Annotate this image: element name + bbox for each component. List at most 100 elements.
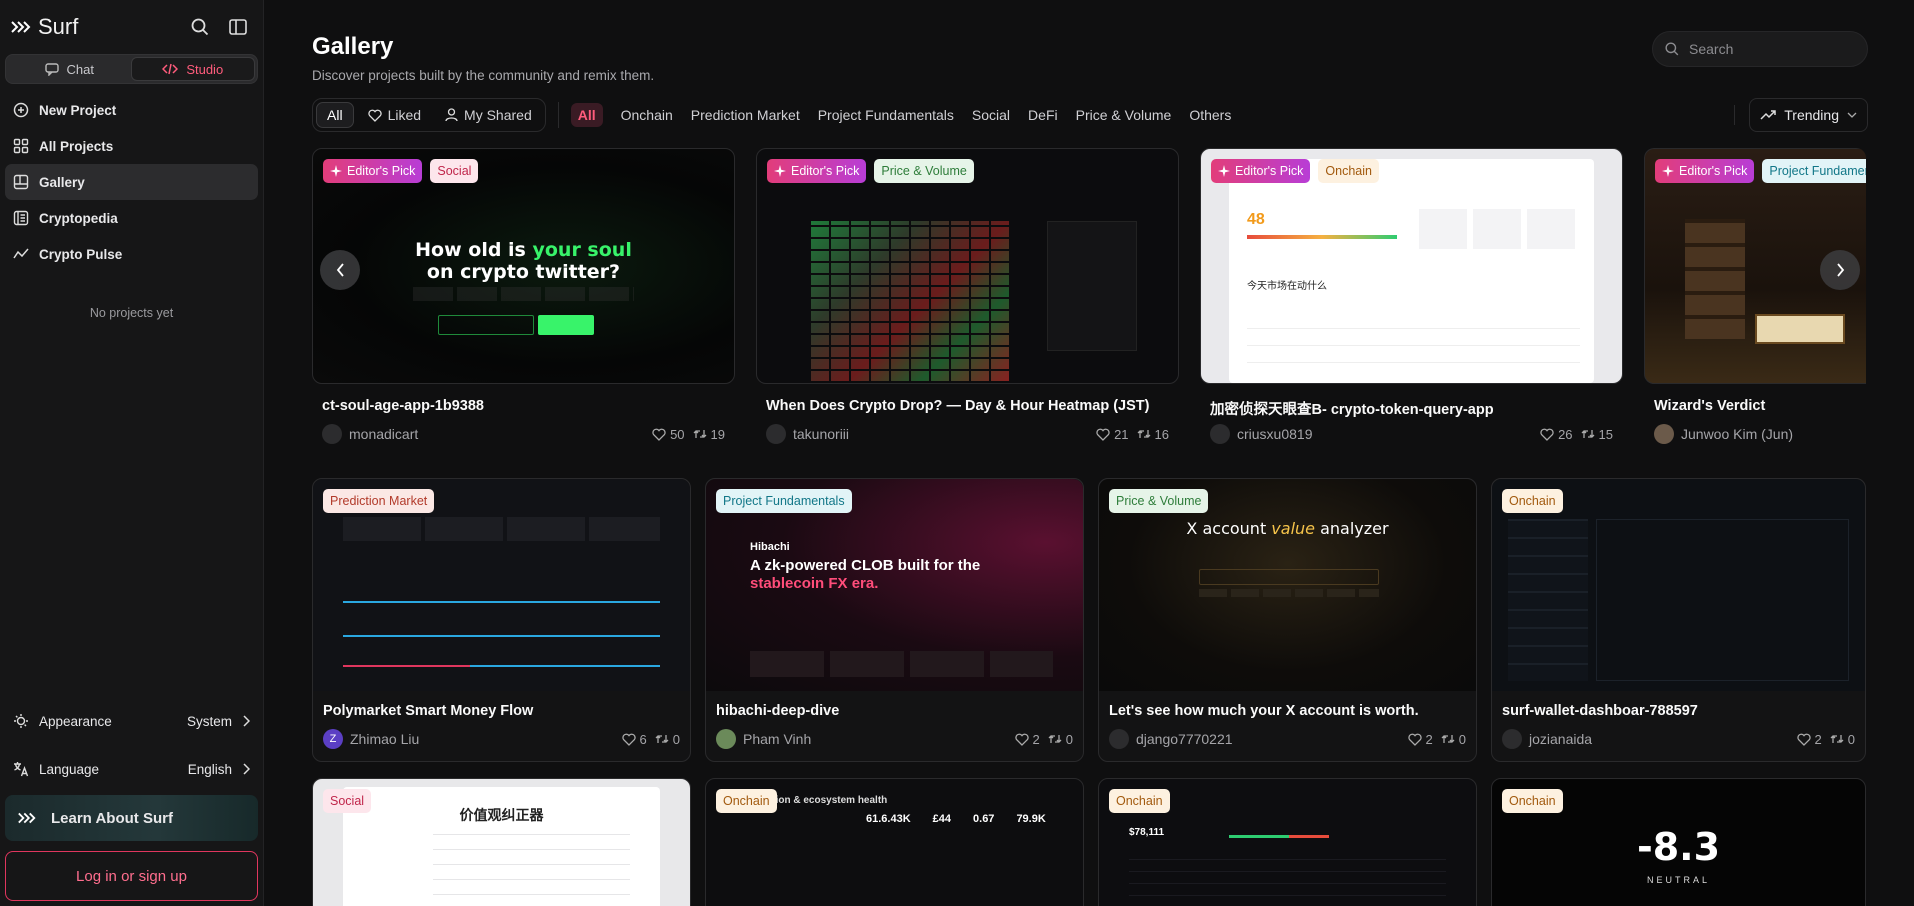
- carousel-prev-button[interactable]: [320, 250, 360, 290]
- learn-about-surf-button[interactable]: Learn About Surf: [5, 795, 258, 841]
- remix-stat[interactable]: 15: [1581, 427, 1613, 442]
- category-tag: Onchain: [1109, 789, 1170, 813]
- remix-icon: [1048, 735, 1062, 743]
- category-project-fundamentals[interactable]: Project Fundamentals: [818, 107, 954, 123]
- search-input[interactable]: Search: [1652, 31, 1868, 67]
- language-value: English: [187, 761, 232, 777]
- thumb-line: [343, 601, 660, 603]
- scope-my-shared-label: My Shared: [464, 107, 532, 123]
- card-title: Polymarket Smart Money Flow: [323, 703, 534, 719]
- sort-divider: [1734, 105, 1736, 125]
- nav-gallery[interactable]: Gallery: [5, 164, 258, 200]
- nav-new-project[interactable]: New Project: [5, 92, 258, 128]
- card-author: monadicart: [349, 426, 419, 442]
- scope-my-shared[interactable]: My Shared: [435, 102, 542, 128]
- chat-icon: [44, 63, 59, 76]
- sidebar: Surf Chat Studio New Project All Project…: [0, 0, 264, 906]
- page-title: Gallery: [312, 33, 394, 60]
- thumb-table: [1247, 319, 1580, 379]
- featured-card[interactable]: Editor's Pick Social How old is your sou…: [312, 148, 735, 448]
- project-card[interactable]: Social 价值观纠正器: [312, 778, 691, 906]
- project-card[interactable]: Onchain -8.3 NEUTRAL: [1491, 778, 1866, 906]
- project-card[interactable]: Prediction Market Polymarket Smart Money…: [312, 478, 691, 762]
- login-button[interactable]: Log in or sign up: [5, 851, 258, 901]
- like-stat[interactable]: 6: [621, 731, 647, 747]
- project-card[interactable]: Onchain $78,111: [1098, 778, 1477, 906]
- chat-tab[interactable]: Chat: [8, 57, 131, 81]
- like-stat[interactable]: 2: [1014, 732, 1040, 747]
- scope-all[interactable]: All: [316, 102, 354, 128]
- remix-stat[interactable]: 0: [1441, 732, 1466, 747]
- sidebar-toggle-icon[interactable]: [229, 18, 247, 36]
- like-count: 2: [1425, 731, 1433, 747]
- carousel-next-button[interactable]: [1820, 250, 1860, 290]
- card-thumbnail: Onchain: [1492, 479, 1865, 691]
- avatar: [716, 729, 736, 749]
- category-tag: Project Fundamentals: [1762, 159, 1866, 183]
- remix-stat[interactable]: 19: [693, 427, 725, 442]
- nav-all-projects[interactable]: All Projects: [5, 128, 258, 164]
- language-value-wrap: English: [188, 762, 250, 777]
- user-icon: [445, 108, 458, 122]
- mode-toggle: Chat Studio: [5, 54, 258, 84]
- remix-count: 16: [1154, 426, 1169, 442]
- category-tag: Onchain: [1502, 489, 1563, 513]
- card-title: hibachi-deep-dive: [716, 703, 840, 719]
- card-stats: 21 16: [1096, 427, 1169, 442]
- card-title: Wizard's Verdict: [1654, 398, 1766, 414]
- like-stat[interactable]: 2: [1796, 732, 1822, 747]
- like-stat[interactable]: 2: [1407, 731, 1433, 747]
- appearance-label: Appearance: [39, 713, 112, 729]
- remix-stat[interactable]: 16: [1137, 427, 1169, 442]
- category-others[interactable]: Others: [1189, 107, 1231, 123]
- category-tag: Social: [323, 789, 372, 813]
- like-stat[interactable]: 26: [1540, 426, 1573, 442]
- chevron-right-icon: [1836, 263, 1844, 277]
- featured-card[interactable]: Editor's Pick Project Fundamentals Wizar…: [1644, 148, 1866, 448]
- category-defi[interactable]: DeFi: [1028, 107, 1058, 123]
- card-stats: 6 0: [621, 731, 680, 747]
- like-count: 6: [639, 731, 647, 747]
- nav-cryptopedia[interactable]: Cryptopedia: [5, 200, 258, 236]
- chevron-right-icon: [243, 763, 250, 775]
- thumb-line2: on crypto twitter?: [426, 261, 621, 283]
- like-count: 26: [1558, 426, 1573, 442]
- nav-crypto-pulse[interactable]: Crypto Pulse: [5, 236, 258, 272]
- remix-stat[interactable]: 0: [655, 732, 680, 747]
- category-price-volume[interactable]: Price & Volume: [1076, 107, 1172, 123]
- brand-logo[interactable]: Surf: [10, 14, 78, 40]
- category-social[interactable]: Social: [972, 107, 1010, 123]
- remix-count: 15: [1598, 426, 1613, 442]
- card-tags: Editor's Pick Onchain: [1211, 159, 1379, 183]
- featured-card[interactable]: Editor's Pick Price & Volume When Does C…: [756, 148, 1179, 448]
- scope-liked[interactable]: Liked: [358, 102, 431, 128]
- card-thumbnail: Editor's Pick Onchain 48 今天市场在动什么: [1200, 148, 1623, 384]
- thumb-stat: 0.67: [973, 813, 995, 825]
- project-card[interactable]: Project Fundamentals Hibachi A zk-powere…: [705, 478, 1084, 762]
- remix-stat[interactable]: 0: [1048, 732, 1073, 747]
- featured-card[interactable]: Editor's Pick Onchain 48 今天市场在动什么 加密侦探天眼…: [1200, 148, 1623, 448]
- like-stat[interactable]: 21: [1096, 427, 1129, 442]
- project-card[interactable]: Price & Volume X account value analyzer …: [1098, 478, 1477, 762]
- category-prediction-market[interactable]: Prediction Market: [691, 107, 800, 123]
- chat-tab-label: Chat: [66, 61, 94, 77]
- remix-count: 0: [1065, 731, 1073, 747]
- heart-icon: [1014, 733, 1029, 746]
- project-card[interactable]: Onchain Participation & ecosystem health…: [705, 778, 1084, 906]
- thumb-brand: Hibachi: [750, 541, 790, 553]
- avatar: [1210, 424, 1230, 444]
- sort-label: Trending: [1784, 107, 1839, 123]
- card-author: Pham Vinh: [743, 731, 812, 747]
- avatar: Z: [323, 729, 343, 749]
- remix-stat[interactable]: 0: [1830, 732, 1855, 747]
- language-setting[interactable]: Language English: [5, 745, 258, 793]
- category-onchain[interactable]: Onchain: [621, 107, 673, 123]
- project-card[interactable]: Onchain surf-wallet-dashboar-788597 jozi…: [1491, 478, 1866, 762]
- studio-tab[interactable]: Studio: [130, 57, 255, 81]
- search-icon[interactable]: [191, 18, 209, 36]
- category-all[interactable]: All: [570, 103, 603, 127]
- sort-dropdown[interactable]: Trending: [1749, 98, 1868, 132]
- category-tag: Social: [430, 159, 479, 183]
- like-stat[interactable]: 50: [652, 427, 685, 442]
- appearance-setting[interactable]: Appearance System: [5, 697, 258, 745]
